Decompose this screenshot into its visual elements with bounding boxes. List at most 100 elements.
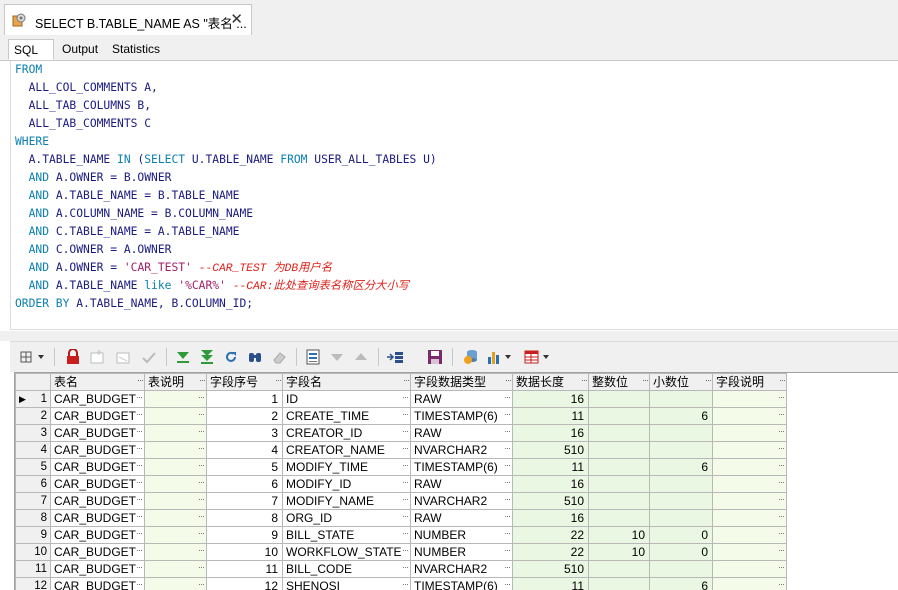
grid-cell-desc[interactable] <box>145 442 207 459</box>
grid-cell-type[interactable]: NUMBER <box>411 527 513 544</box>
grid-cell-seq[interactable]: 11 <box>207 561 283 578</box>
grid-cell-desc[interactable] <box>145 561 207 578</box>
table-row[interactable]: 11CAR_BUDGET11BILL_CODENVARCHAR2510 <box>16 561 787 578</box>
fetch-all-icon[interactable] <box>198 348 216 366</box>
table-row[interactable]: 5CAR_BUDGET5MODIFY_TIMETIMESTAMP(6)116 <box>16 459 787 476</box>
grid-cell-cdesc[interactable] <box>713 476 787 493</box>
grid-cell-len[interactable]: 11 <box>513 408 589 425</box>
grid-cell-desc[interactable] <box>145 459 207 476</box>
row-number[interactable]: 9 <box>16 527 51 544</box>
table-row[interactable]: 3CAR_BUDGET3CREATOR_IDRAW16 <box>16 425 787 442</box>
query-by-example-icon[interactable] <box>386 348 404 366</box>
grid-cell-int[interactable] <box>589 459 650 476</box>
row-number[interactable]: 12 <box>16 578 51 590</box>
grid-cell-table[interactable]: CAR_BUDGET <box>51 510 145 527</box>
grid-cell-int[interactable]: 10 <box>589 527 650 544</box>
grid-cell-int[interactable] <box>589 493 650 510</box>
column-header-precision[interactable]: 整数位··· <box>589 374 650 391</box>
grid-cell-type[interactable]: TIMESTAMP(6) <box>411 408 513 425</box>
grid-cell-col[interactable]: MODIFY_NAME <box>283 493 411 510</box>
grid-cell-seq[interactable]: 12 <box>207 578 283 590</box>
add-record-icon[interactable] <box>88 348 106 366</box>
grid-cell-int[interactable]: 10 <box>589 544 650 561</box>
column-header-column-seq[interactable]: 字段序号··· <box>207 374 283 391</box>
grid-cell-table[interactable]: CAR_BUDGET <box>51 527 145 544</box>
grid-cell-col[interactable]: MODIFY_ID <box>283 476 411 493</box>
grid-cell-dec[interactable]: 6 <box>650 459 713 476</box>
grid-cell-cdesc[interactable] <box>713 527 787 544</box>
delete-record-icon[interactable] <box>114 348 132 366</box>
column-header-scale[interactable]: 小数位··· <box>650 374 713 391</box>
grid-cell-type[interactable]: TIMESTAMP(6) <box>411 578 513 590</box>
grid-cell-seq[interactable]: 1 <box>207 391 283 408</box>
grid-cell-int[interactable] <box>589 510 650 527</box>
grid-cell-cdesc[interactable] <box>713 459 787 476</box>
grid-cell-cdesc[interactable] <box>713 442 787 459</box>
grid-cell-len[interactable]: 510 <box>513 561 589 578</box>
grid-cell-desc[interactable] <box>145 510 207 527</box>
close-icon[interactable]: ✕ <box>230 10 243 28</box>
table-row[interactable]: 12CAR_BUDGET12SHENQSITIMESTAMP(6)116 <box>16 578 787 590</box>
refresh-icon[interactable] <box>222 348 240 366</box>
grid-cell-table[interactable]: CAR_BUDGET <box>51 408 145 425</box>
previous-record-icon[interactable] <box>352 348 370 366</box>
grid-cell-int[interactable] <box>589 578 650 590</box>
grid-cell-col[interactable]: CREATE_TIME <box>283 408 411 425</box>
fetch-next-icon[interactable] <box>174 348 192 366</box>
grid-cell-seq[interactable]: 2 <box>207 408 283 425</box>
grid-cell-dec[interactable]: 6 <box>650 408 713 425</box>
grid-cell-desc[interactable] <box>145 493 207 510</box>
grid-cell-dec[interactable] <box>650 510 713 527</box>
document-tab[interactable]: SELECT B.TABLE_NAME AS "表名 ... ✕ <box>4 4 252 35</box>
grid-cell-len[interactable]: 16 <box>513 425 589 442</box>
post-check-icon[interactable] <box>140 348 158 366</box>
grid-cell-type[interactable]: NVARCHAR2 <box>411 493 513 510</box>
grid-cell-desc[interactable] <box>145 425 207 442</box>
tab-sql[interactable]: SQL <box>8 39 54 60</box>
grid-cell-int[interactable] <box>589 391 650 408</box>
table-row[interactable]: 2CAR_BUDGET2CREATE_TIMETIMESTAMP(6)116 <box>16 408 787 425</box>
grid-cell-type[interactable]: RAW <box>411 510 513 527</box>
grid-cell-type[interactable]: RAW <box>411 391 513 408</box>
grid-cell-table[interactable]: CAR_BUDGET <box>51 578 145 590</box>
grid-cell-seq[interactable]: 7 <box>207 493 283 510</box>
grid-cell-cdesc[interactable] <box>713 425 787 442</box>
grid-cell-col[interactable]: WORKFLOW_STATE <box>283 544 411 561</box>
row-number[interactable]: 3 <box>16 425 51 442</box>
grid-cell-desc[interactable] <box>145 476 207 493</box>
grid-cell-type[interactable]: NUMBER <box>411 544 513 561</box>
export-icon[interactable] <box>462 348 480 366</box>
save-icon[interactable] <box>426 348 444 366</box>
row-number[interactable]: 7 <box>16 493 51 510</box>
row-number[interactable]: 10 <box>16 544 51 561</box>
grid-cell-int[interactable] <box>589 561 650 578</box>
grid-cell-dec[interactable]: 0 <box>650 544 713 561</box>
grid-cell-int[interactable] <box>589 425 650 442</box>
next-record-icon[interactable] <box>328 348 346 366</box>
sql-editor[interactable]: FROM ALL_COL_COMMENTS A, ALL_TAB_COLUMNS… <box>10 61 898 330</box>
row-number[interactable]: 4 <box>16 442 51 459</box>
grid-cell-seq[interactable]: 5 <box>207 459 283 476</box>
grid-cell-len[interactable]: 510 <box>513 442 589 459</box>
grid-cell-col[interactable]: CREATOR_ID <box>283 425 411 442</box>
grid-cell-dec[interactable] <box>650 391 713 408</box>
grid-cell-cdesc[interactable] <box>713 493 787 510</box>
grid-cell-len[interactable]: 16 <box>513 476 589 493</box>
grid-cell-col[interactable]: BILL_STATE <box>283 527 411 544</box>
grid-cell-table[interactable]: CAR_BUDGET <box>51 442 145 459</box>
grid-cell-cdesc[interactable] <box>713 561 787 578</box>
table-row[interactable]: 7CAR_BUDGET7MODIFY_NAMENVARCHAR2510 <box>16 493 787 510</box>
grid-cell-table[interactable]: CAR_BUDGET <box>51 391 145 408</box>
column-header-data-type[interactable]: 字段数据类型··· <box>411 374 513 391</box>
grid-cell-type[interactable]: NVARCHAR2 <box>411 561 513 578</box>
row-number[interactable]: 11 <box>16 561 51 578</box>
grid-cell-seq[interactable]: 10 <box>207 544 283 561</box>
grid-cell-col[interactable]: MODIFY_TIME <box>283 459 411 476</box>
grid-cell-type[interactable]: TIMESTAMP(6) <box>411 459 513 476</box>
grid-cell-table[interactable]: CAR_BUDGET <box>51 544 145 561</box>
column-header-table-name[interactable]: 表名··· <box>51 374 145 391</box>
grid-cell-type[interactable]: RAW <box>411 476 513 493</box>
grid-cell-dec[interactable] <box>650 425 713 442</box>
grid-cell-seq[interactable]: 6 <box>207 476 283 493</box>
table-row[interactable]: 10CAR_BUDGET10WORKFLOW_STATENUMBER22100 <box>16 544 787 561</box>
